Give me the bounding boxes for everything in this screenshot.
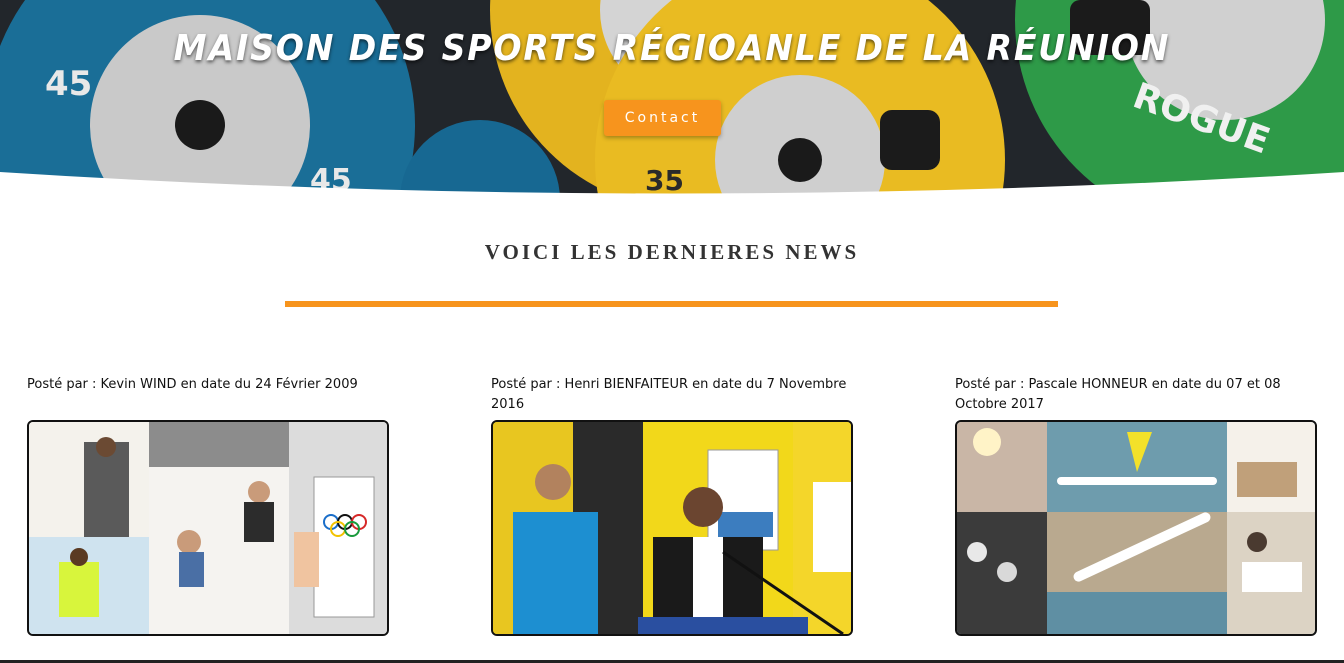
- site-title: MAISON DES SPORTS RÉGIOANLE DE LA RÉUNIO…: [173, 28, 1171, 69]
- hero-banner: 45 45 35 ROGUE MAISON DES SPORTS RÉGIOAN…: [0, 0, 1344, 200]
- contact-button[interactable]: Contact: [604, 100, 721, 136]
- news-divider: [285, 301, 1058, 307]
- svg-text:45: 45: [45, 64, 92, 104]
- news-card[interactable]: Posté par : Pascale HONNEUR en date du 0…: [955, 375, 1317, 636]
- news-card[interactable]: Posté par : Henri BIENFAITEUR en date du…: [491, 375, 853, 636]
- olympic-day-collage-image: [29, 422, 387, 634]
- kayak-event-collage-image: [957, 422, 1315, 634]
- svg-text:35: 35: [645, 164, 684, 197]
- inauguration-speech-image: [493, 422, 851, 634]
- news-heading: VOICI LES DERNIERES NEWS: [484, 240, 860, 264]
- post-image[interactable]: [27, 420, 389, 636]
- post-meta: Posté par : Henri BIENFAITEUR en date du…: [491, 377, 847, 412]
- post-meta: Posté par : Kevin WIND en date du 24 Fév…: [27, 377, 358, 392]
- post-meta: Posté par : Pascale HONNEUR en date du 0…: [955, 377, 1281, 412]
- news-card[interactable]: Posté par : Kevin WIND en date du 24 Fév…: [27, 375, 389, 636]
- post-image[interactable]: [955, 420, 1317, 636]
- post-image[interactable]: [491, 420, 853, 636]
